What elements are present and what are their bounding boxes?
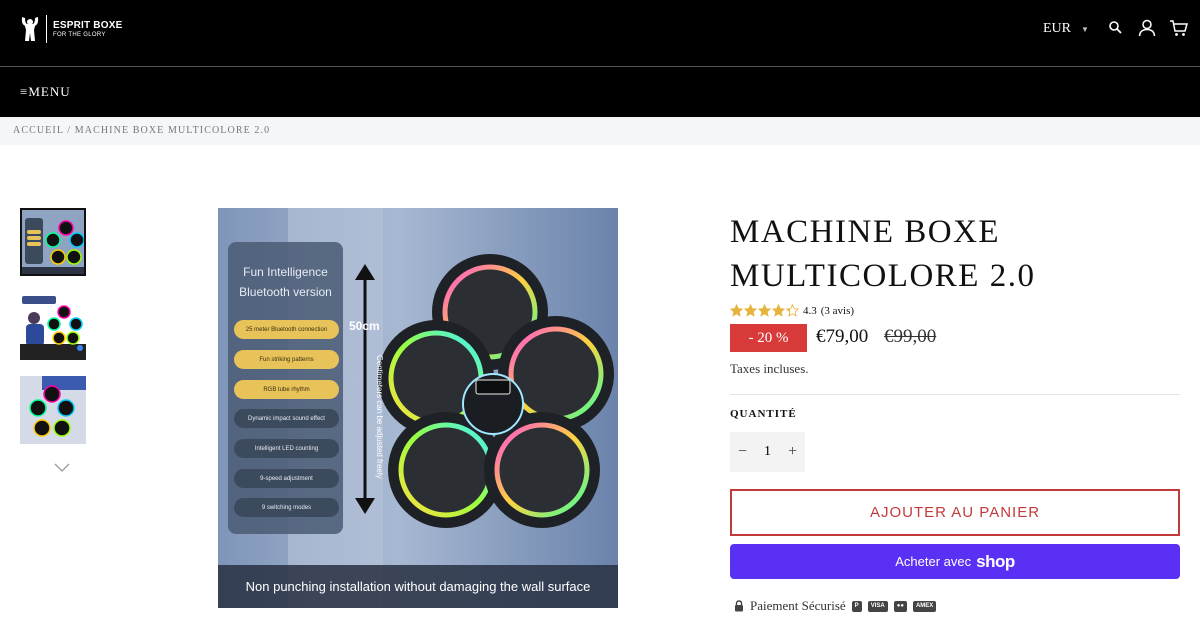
rating-value: 4.3	[803, 304, 817, 317]
paypal-icon: P	[851, 600, 862, 612]
feature-pill: RGB tube rhythm	[234, 380, 339, 399]
chevron-down-icon: ▼	[1081, 24, 1089, 34]
quantity-stepper: − +	[730, 432, 805, 472]
product-rating[interactable]: 4.3 (3 avis)	[730, 304, 854, 317]
chevron-down-icon[interactable]	[54, 462, 70, 474]
search-icon[interactable]	[1106, 18, 1126, 38]
account-icon[interactable]	[1137, 18, 1157, 38]
visa-icon: VISA	[867, 600, 888, 612]
image-caption: Non punching installation without damagi…	[218, 565, 618, 608]
breadcrumb-separator: /	[67, 125, 72, 136]
top-header: ESPRIT BOXE FOR THE GLORY EUR ▼	[0, 0, 1200, 66]
sale-price: €79,00	[816, 326, 869, 347]
quantity-decrease-button[interactable]: −	[730, 432, 755, 472]
feature-pill: 9 switching modes	[234, 498, 339, 517]
boxer-logo-icon	[21, 17, 39, 41]
logo-tagline: FOR THE GLORY	[53, 31, 106, 38]
star-icon	[786, 304, 799, 317]
taxes-note: Taxes incluses.	[730, 361, 809, 376]
currency-value: EUR	[1043, 21, 1071, 36]
rating-stars	[730, 304, 799, 317]
logo-name: ESPRIT BOXE	[53, 19, 123, 31]
quantity-label: QUANTITÉ	[730, 408, 797, 420]
star-icon	[730, 304, 743, 317]
panel-title-line-2: Bluetooth version	[239, 285, 332, 299]
menu-button[interactable]: ≡MENU	[20, 84, 71, 100]
shop-pay-logo: shop	[976, 551, 1015, 571]
divider	[730, 394, 1180, 395]
thumbnail-3[interactable]	[20, 376, 86, 444]
menu-label: MENU	[28, 84, 71, 99]
currency-selector[interactable]: EUR ▼	[1043, 21, 1089, 37]
secure-payment-label: Paiement Sécurisé	[750, 598, 846, 613]
compare-at-price: €99,00	[884, 326, 937, 347]
star-icon	[772, 304, 785, 317]
breadcrumb-home-link[interactable]: ACCUEIL	[13, 125, 64, 136]
star-icon	[744, 304, 757, 317]
breadcrumb: ACCUEIL / MACHINE BOXE MULTICOLORE 2.0	[13, 125, 270, 136]
rating-count: (3 avis)	[820, 304, 855, 317]
feature-pill: 9-speed adjustment	[234, 469, 339, 488]
secure-payment: Paiement Sécurisé P VISA ●● AMEX	[734, 598, 937, 614]
feature-pill: 25 meter Bluetooth connection	[234, 320, 339, 339]
amex-icon: AMEX	[912, 600, 937, 612]
feature-pill: Dynamic impact sound effect	[234, 409, 339, 428]
thumbnail-3-image	[20, 376, 86, 444]
shop-pay-label: Acheter avec	[895, 554, 972, 569]
thumbnail-1[interactable]	[20, 208, 86, 276]
shop-pay-button[interactable]: Acheter avec shop	[730, 544, 1180, 579]
feature-pill: Intelligent LED counting	[234, 439, 339, 458]
thumbnail-2[interactable]	[20, 292, 86, 360]
site-logo[interactable]: ESPRIT BOXE FOR THE GLORY	[20, 14, 122, 44]
nav-bar: ≡MENU	[0, 67, 1200, 117]
thumbnail-1-image	[22, 210, 84, 274]
breadcrumb-bar: ACCUEIL / MACHINE BOXE MULTICOLORE 2.0	[0, 117, 1200, 145]
panel-title-line-1: Fun Intelligence	[243, 265, 328, 279]
logo-text: ESPRIT BOXE FOR THE GLORY	[53, 20, 122, 39]
breadcrumb-current: MACHINE BOXE MULTICOLORE 2.0	[74, 125, 271, 136]
thumbnail-2-image	[20, 292, 86, 360]
main-product-image[interactable]: Fun Intelligence Bluetooth version 25 me…	[218, 208, 618, 608]
quantity-increase-button[interactable]: +	[780, 432, 805, 472]
mastercard-icon: ●●	[893, 600, 907, 612]
quantity-input[interactable]	[755, 432, 780, 472]
star-icon	[758, 304, 771, 317]
lock-icon	[735, 600, 743, 612]
dimension-note: Centimeters can be adjusted freely	[375, 355, 384, 479]
dimension-label: 50cm	[349, 319, 380, 333]
discount-badge: - 20 %	[730, 324, 807, 352]
add-to-cart-button[interactable]: AJOUTER AU PANIER	[730, 489, 1180, 536]
cart-icon[interactable]	[1169, 18, 1189, 38]
logo-separator	[46, 15, 47, 43]
feature-pill: Fun striking patterns	[234, 350, 339, 369]
panel-title: Fun Intelligence Bluetooth version	[228, 262, 343, 302]
product-title: MACHINE BOXE MULTICOLORE 2.0	[730, 214, 1036, 294]
